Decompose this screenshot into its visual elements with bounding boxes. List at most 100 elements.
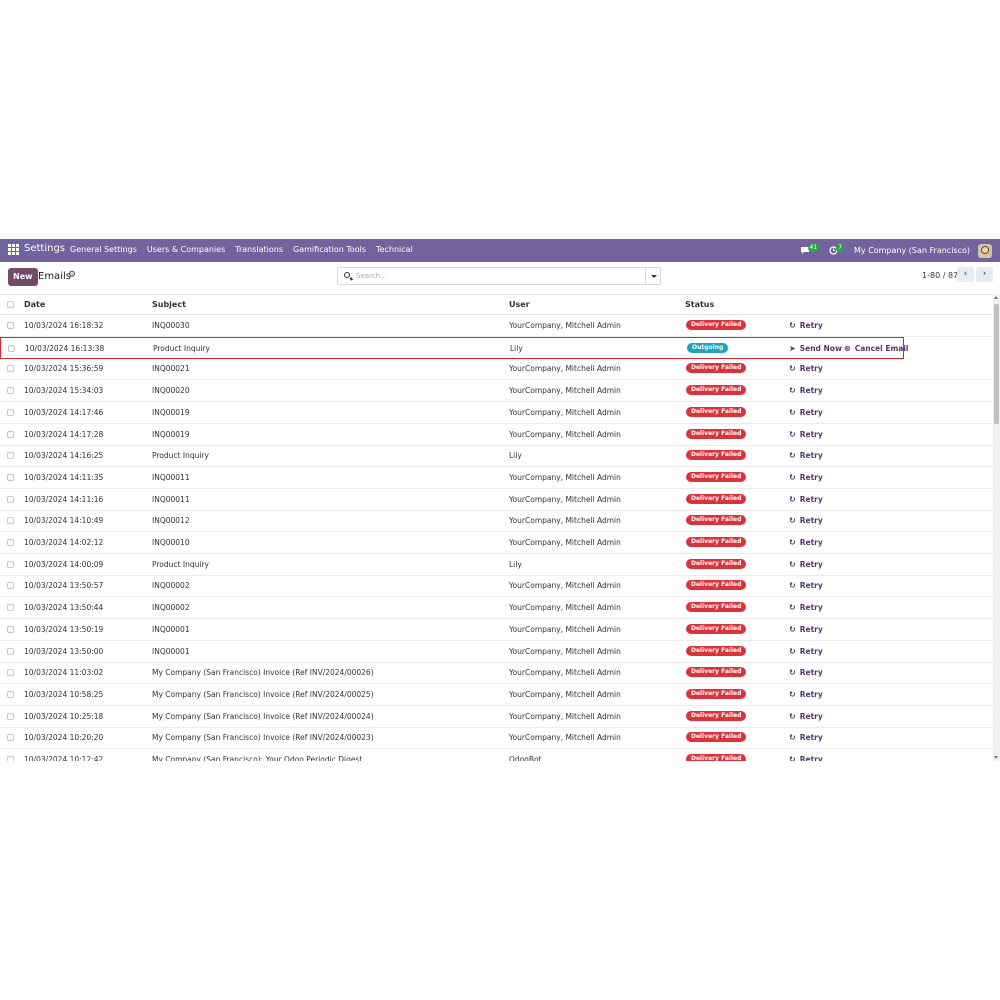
row-date: 10/03/2024 13:50:19 xyxy=(24,624,104,634)
pager-next-button[interactable]: › xyxy=(976,267,993,282)
retry-button[interactable]: ↻ Retry xyxy=(789,733,823,742)
table-row[interactable]: 10/03/2024 14:10:49 INQ00012 YourCompany, … xyxy=(0,510,993,533)
row-checkbox[interactable] xyxy=(7,365,14,373)
table-row[interactable]: 10/03/2024 10:25:18 My Company (San Franc… xyxy=(0,706,993,728)
row-checkbox[interactable] xyxy=(7,387,14,395)
apps-menu-icon[interactable] xyxy=(8,244,19,255)
scroll-down-arrow[interactable] xyxy=(994,756,998,759)
app-brand[interactable]: Settings xyxy=(24,243,65,254)
table-row[interactable]: 10/03/2024 14:11:16 INQ00011 YourCompany, … xyxy=(0,489,993,511)
row-checkbox[interactable] xyxy=(7,712,14,720)
row-checkbox[interactable] xyxy=(7,539,14,546)
row-checkbox[interactable] xyxy=(7,625,14,633)
retry-button[interactable]: ↻ Retry xyxy=(789,668,823,677)
retry-button[interactable]: ↻ Retry xyxy=(789,690,823,699)
row-user: YourCompany, Mitchell Admin xyxy=(509,386,621,396)
retry-button[interactable]: ↻ Retry xyxy=(789,755,823,761)
company-switcher[interactable]: My Company (San Francisco) xyxy=(854,246,970,255)
table-row[interactable]: 10/03/2024 13:50:44 INQ00002 YourCompany, … xyxy=(0,597,993,620)
row-subject: INQ00001 xyxy=(152,624,190,634)
retry-button[interactable]: ↻ Retry xyxy=(789,581,823,590)
pager-previous-button[interactable]: ‹ xyxy=(957,267,974,282)
row-checkbox[interactable] xyxy=(7,322,14,329)
row-date: 10/03/2024 10:58:25 xyxy=(24,689,104,699)
nav-general-settings[interactable]: General Settings xyxy=(70,245,137,254)
table-row[interactable]: 10/03/2024 10:58:25 My Company (San Franc… xyxy=(0,684,993,706)
table-row[interactable]: 10/03/2024 14:17:28 INQ00019 YourCompany, … xyxy=(0,424,993,446)
row-date: 10/03/2024 13:50:57 xyxy=(24,581,104,591)
row-checkbox[interactable] xyxy=(7,430,14,438)
row-checkbox[interactable] xyxy=(7,452,14,460)
table-row[interactable]: 10/03/2024 13:50:19 INQ00001 YourCompany, … xyxy=(0,619,993,641)
activity-menu[interactable]: 7 xyxy=(829,243,845,255)
breadcrumb-title: Emails xyxy=(38,271,71,282)
retry-button[interactable]: ↻ Retry xyxy=(789,321,823,330)
table-row[interactable]: 10/03/2024 14:17:46 INQ00019 YourCompany, … xyxy=(0,402,993,424)
row-checkbox[interactable] xyxy=(7,734,14,742)
table-row[interactable]: 10/03/2024 14:11:35 INQ00011 YourCompany, … xyxy=(0,467,993,489)
scroll-thumb[interactable] xyxy=(994,304,999,424)
retry-button[interactable]: ↻ Retry xyxy=(789,560,823,569)
status-badge: Delivery Failed xyxy=(686,602,747,613)
nav-gamification-tools[interactable]: Gamification Tools xyxy=(293,245,366,254)
messaging-menu[interactable]: 41 xyxy=(800,243,820,255)
row-checkbox[interactable] xyxy=(7,517,14,525)
row-checkbox[interactable] xyxy=(7,473,14,481)
nav-users-companies[interactable]: Users & Companies xyxy=(147,245,225,254)
retry-button[interactable]: ↻ Retry xyxy=(789,430,823,439)
row-checkbox[interactable] xyxy=(7,669,14,677)
table-row[interactable]: 10/03/2024 13:50:00 INQ00001 YourCompany, … xyxy=(0,641,993,663)
column-date[interactable]: Date xyxy=(24,300,45,309)
row-checkbox[interactable] xyxy=(7,408,14,416)
new-button[interactable]: New xyxy=(8,268,38,286)
retry-button[interactable]: ↻ Retry xyxy=(789,473,823,482)
row-checkbox[interactable] xyxy=(7,647,14,655)
table-row[interactable]: 10/03/2024 15:36:59 INQ00021 YourCompany, … xyxy=(0,358,993,381)
retry-button[interactable]: ↻ Retry xyxy=(789,386,823,395)
retry-button[interactable]: ↻ Retry xyxy=(789,516,823,525)
retry-button[interactable]: ↻ Retry xyxy=(789,364,823,373)
retry-button[interactable]: ↻ Retry xyxy=(789,712,823,721)
table-row[interactable]: 10/03/2024 10:12:42 My Company (San Franc… xyxy=(0,749,993,761)
row-checkbox[interactable] xyxy=(7,756,14,761)
row-checkbox[interactable] xyxy=(7,582,14,590)
retry-button[interactable]: ↻ Retry xyxy=(789,625,823,634)
retry-button[interactable]: ↻ Retry xyxy=(789,495,823,504)
retry-button[interactable]: ↻ Retry xyxy=(789,647,823,656)
table-row[interactable]: 10/03/2024 16:18:32 INQ00030 YourCompany, … xyxy=(0,315,993,337)
vertical-scrollbar[interactable] xyxy=(993,294,1000,761)
row-checkbox[interactable] xyxy=(7,604,14,612)
gear-icon[interactable]: ⚙ xyxy=(68,270,76,280)
row-checkbox[interactable] xyxy=(7,560,14,568)
table-row[interactable]: 10/03/2024 16:13:38 Product Inquiry Lily Ou… xyxy=(0,336,908,359)
retry-button[interactable]: ↻ Retry xyxy=(789,451,823,460)
column-subject[interactable]: Subject xyxy=(152,300,186,309)
send-now-button[interactable]: ➤ Send Now xyxy=(789,344,842,353)
table-row[interactable]: 10/03/2024 11:03:02 My Company (San Franc… xyxy=(0,662,993,685)
row-checkbox[interactable] xyxy=(7,690,14,698)
cancel-email-button[interactable]: ⊗ Cancel Email xyxy=(844,344,908,353)
retry-button[interactable]: ↻ Retry xyxy=(789,603,823,612)
search-options-dropdown[interactable] xyxy=(645,267,660,285)
retry-button-label: Retry xyxy=(799,386,823,396)
pager-value[interactable]: 1-80 / 87 xyxy=(922,271,958,280)
column-status[interactable]: Status xyxy=(685,300,714,309)
table-row[interactable]: 10/03/2024 14:16:25 Product Inquiry Lily De… xyxy=(0,445,993,468)
table-row[interactable]: 10/03/2024 13:50:57 INQ00002 YourCompany, … xyxy=(0,575,993,598)
retry-button[interactable]: ↻ Retry xyxy=(789,538,823,547)
search-input[interactable] xyxy=(356,270,626,282)
retry-button[interactable]: ↻ Retry xyxy=(789,408,823,417)
user-avatar[interactable] xyxy=(978,243,992,258)
table-row[interactable]: 10/03/2024 15:34:03 INQ00020 YourCompany, … xyxy=(0,380,993,403)
retry-icon: ↻ xyxy=(789,624,796,634)
column-user[interactable]: User xyxy=(509,300,530,309)
table-row[interactable]: 10/03/2024 14:02:12 INQ00010 YourCompany, … xyxy=(0,532,993,554)
row-checkbox[interactable] xyxy=(7,495,14,503)
nav-technical[interactable]: Technical xyxy=(376,245,413,254)
select-all-checkbox[interactable] xyxy=(7,301,14,308)
table-row[interactable]: 10/03/2024 10:20:20 My Company (San Franc… xyxy=(0,727,993,750)
scroll-up-arrow[interactable] xyxy=(994,296,998,299)
nav-translations[interactable]: Translations xyxy=(235,245,283,254)
row-checkbox[interactable] xyxy=(8,344,15,352)
table-row[interactable]: 10/03/2024 14:00:09 Product Inquiry Lily De… xyxy=(0,554,993,576)
